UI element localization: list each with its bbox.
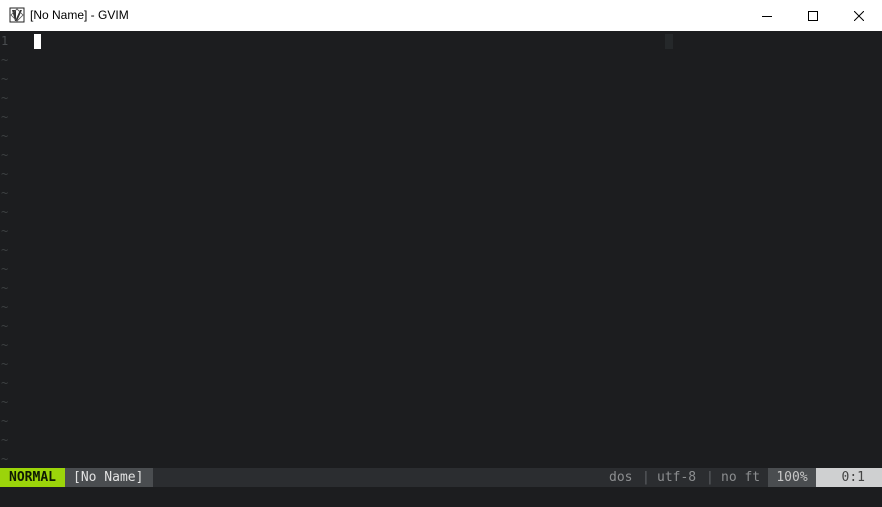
empty-line-tilde: ~ bbox=[1, 414, 9, 428]
empty-line-tilde: ~ bbox=[1, 376, 9, 390]
empty-line-tilde: ~ bbox=[1, 243, 9, 257]
empty-line-tilde: ~ bbox=[1, 433, 9, 447]
empty-line-tilde: ~ bbox=[1, 186, 9, 200]
empty-line-tilde: ~ bbox=[1, 129, 9, 143]
empty-line-tilde: ~ bbox=[1, 205, 9, 219]
empty-line-tilde: ~ bbox=[1, 72, 9, 86]
file-type: no ft bbox=[721, 470, 761, 485]
file-format: dos bbox=[609, 470, 633, 485]
window-title: [No Name] - GVIM bbox=[30, 8, 129, 22]
mode-indicator: NORMAL bbox=[0, 468, 65, 487]
empty-line-tilde: ~ bbox=[1, 53, 9, 67]
empty-line-tilde: ~ bbox=[1, 262, 9, 276]
maximize-icon bbox=[808, 10, 818, 21]
close-button[interactable] bbox=[836, 0, 882, 31]
file-encoding: utf-8 bbox=[657, 470, 697, 485]
title-bar[interactable]: [No Name] - GVIM bbox=[0, 0, 882, 31]
minimize-button[interactable] bbox=[744, 0, 790, 31]
minimize-icon bbox=[762, 15, 772, 17]
status-separator: | bbox=[706, 470, 714, 485]
empty-line-tilde: ~ bbox=[1, 452, 9, 466]
buffer-name: [No Name] bbox=[65, 468, 153, 487]
empty-line-tilde: ~ bbox=[1, 167, 9, 181]
status-line: NORMAL [No Name] dos | utf-8 | no ft 100… bbox=[0, 468, 882, 487]
empty-line-tilde: ~ bbox=[1, 148, 9, 162]
maximize-button[interactable] bbox=[790, 0, 836, 31]
empty-line-tilde: ~ bbox=[1, 338, 9, 352]
command-line[interactable] bbox=[0, 487, 882, 507]
empty-line-tilde: ~ bbox=[1, 357, 9, 371]
editor-area[interactable]: 1 ~ ~ ~ ~ ~ ~ ~ ~ ~ ~ ~ ~ ~ ~ ~ ~ ~ ~ ~ ~ ~ ~ bbox=[0, 31, 882, 468]
empty-line-tilde: ~ bbox=[1, 300, 9, 314]
cursor-position: 0:1 bbox=[816, 468, 882, 487]
gvim-icon[interactable] bbox=[9, 7, 25, 23]
color-column bbox=[665, 34, 673, 49]
empty-line-tilde: ~ bbox=[1, 91, 9, 105]
text-cursor bbox=[34, 34, 41, 49]
line-number: 1 bbox=[1, 34, 9, 48]
close-icon bbox=[854, 10, 864, 21]
empty-line-tilde: ~ bbox=[1, 281, 9, 295]
empty-line-tilde: ~ bbox=[1, 395, 9, 409]
empty-line-tilde: ~ bbox=[1, 319, 9, 333]
status-separator: | bbox=[642, 470, 650, 485]
empty-line-tilde: ~ bbox=[1, 110, 9, 124]
empty-line-tilde: ~ bbox=[1, 224, 9, 238]
scroll-percent: 100% bbox=[768, 468, 816, 487]
